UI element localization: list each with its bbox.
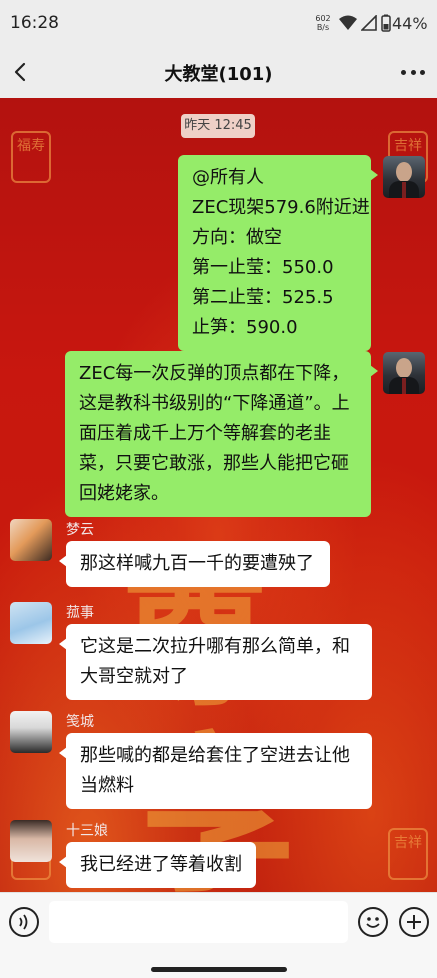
network-speed-unit: B/s [316, 23, 330, 32]
message-line: 菜，只要它敢涨，那些人能把它砸 [79, 453, 349, 474]
sender-avatar[interactable] [10, 820, 52, 862]
incoming-message-bubble[interactable]: 我已经进了等着收割 [59, 842, 256, 888]
message-line: 面压着成千上万个等解套的老韭 [79, 423, 331, 444]
self-message-bubble[interactable]: ZEC每一次反弹的顶点都在下降， 这是教科书级别的“下降通道”。上 面压着成千上… [65, 351, 378, 517]
incoming-message-bubble[interactable]: 那些喊的都是给套住了空进去让他 当燃料 [59, 733, 372, 809]
more-functions-plus-icon[interactable] [399, 907, 429, 937]
status-time: 16:28 [10, 13, 59, 33]
message-line: ZEC现架579.6附近进 [192, 197, 370, 218]
message-line: 第一止莹：550.0 [192, 257, 334, 278]
message-line: 当燃料 [80, 775, 134, 796]
message-line: 它这是二次拉升哪有那么简单，和 [80, 636, 350, 657]
sender-name: 梦云 [66, 522, 94, 538]
sender-avatar[interactable] [10, 519, 52, 561]
wallpaper-seal-left: 福寿 [11, 131, 51, 183]
message-line: 我已经进了等着收割 [80, 854, 242, 875]
sender-name: 菰事 [66, 605, 94, 621]
message-line: ZEC每一次反弹的顶点都在下降， [79, 363, 350, 384]
input-bar [0, 892, 437, 978]
sender-name: 笺城 [66, 714, 94, 730]
self-avatar[interactable] [383, 156, 425, 198]
signal-icon [361, 15, 377, 31]
network-speed: 602 B/s [313, 14, 333, 32]
chat-title: 大教堂(101) [164, 64, 273, 85]
network-speed-value: 602 [315, 14, 331, 23]
message-line: 大哥空就对了 [80, 666, 188, 687]
incoming-message-bubble[interactable]: 它这是二次拉升哪有那么简单，和 大哥空就对了 [59, 624, 372, 700]
sender-avatar[interactable] [10, 602, 52, 644]
self-message-bubble[interactable]: @所有人 ZEC现架579.6附近进 方向：做空 第一止莹：550.0 第二止莹… [178, 155, 378, 351]
chat-header: 大教堂(101) [0, 46, 437, 98]
voice-input-icon[interactable] [9, 907, 39, 937]
emoji-icon[interactable] [358, 907, 388, 937]
battery-icon [381, 14, 391, 32]
sender-avatar[interactable] [10, 711, 52, 753]
incoming-message-bubble[interactable]: 那这样喊九百一千的要遭殃了 [59, 541, 330, 587]
message-input[interactable] [49, 901, 348, 943]
message-line: 回姥姥家。 [79, 483, 169, 504]
message-line: 第二止莹：525.5 [192, 287, 334, 308]
message-line: 那些喊的都是给套住了空进去让他 [80, 745, 350, 766]
status-bar: 16:28 602 B/s 44% [0, 0, 437, 46]
message-timestamp: 昨天 12:45 [181, 114, 255, 138]
message-line: 方向：做空 [192, 227, 282, 248]
chat-area[interactable]: 尊 享 福寿 吉祥 福寿 吉祥 昨天 12:45 @所有人 ZEC现架579.6… [0, 98, 437, 892]
message-line: 这是教科书级别的“下降通道”。上 [79, 393, 350, 414]
wifi-icon [339, 15, 357, 30]
wallpaper-seal-bottom-right: 吉祥 [388, 828, 428, 880]
more-options-icon[interactable] [399, 58, 427, 86]
battery-percent: 44% [392, 14, 428, 33]
home-indicator[interactable] [151, 967, 287, 972]
self-avatar[interactable] [383, 352, 425, 394]
sender-name: 十三娘 [66, 823, 108, 839]
message-line: @所有人 [192, 167, 264, 188]
message-line: 那这样喊九百一千的要遭殃了 [80, 553, 314, 574]
message-line: 止笋：590.0 [192, 317, 298, 338]
